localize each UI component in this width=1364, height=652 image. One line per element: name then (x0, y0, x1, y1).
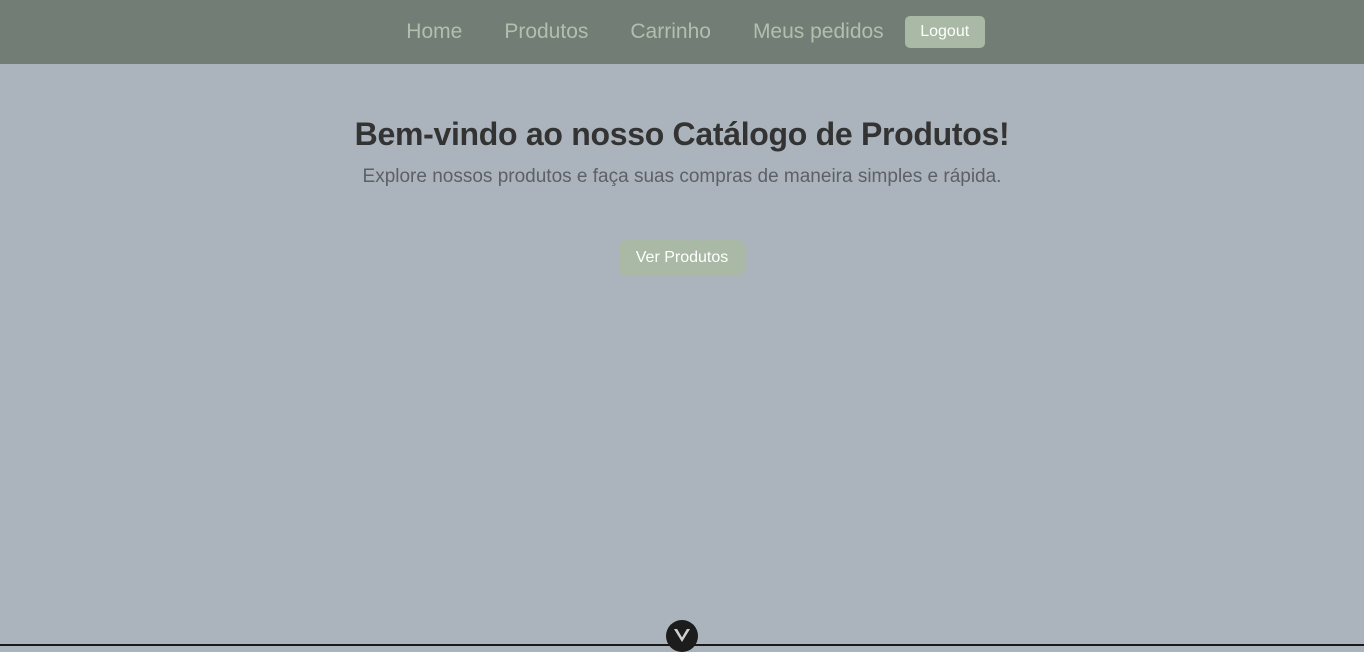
page-subtitle: Explore nossos produtos e faça suas comp… (362, 166, 1002, 187)
devtools-toggle-button[interactable] (666, 620, 698, 652)
nav-link-meus-pedidos[interactable]: Meus pedidos (753, 20, 884, 44)
logout-button[interactable]: Logout (904, 16, 985, 48)
nav-link-carrinho[interactable]: Carrinho (630, 20, 711, 44)
nav-links-group: Home Produtos Carrinho Meus pedidos Logo… (385, 16, 985, 48)
nav-link-produtos[interactable]: Produtos (504, 20, 588, 44)
nav-link-home[interactable]: Home (406, 20, 462, 44)
vue-logo-icon (674, 629, 690, 642)
top-navbar: Home Produtos Carrinho Meus pedidos Logo… (0, 0, 1364, 64)
view-products-button[interactable]: Ver Produtos (619, 240, 745, 276)
page-title: Bem-vindo ao nosso Catálogo de Produtos! (354, 116, 1010, 152)
hero-section: Bem-vindo ao nosso Catálogo de Produtos!… (0, 64, 1364, 276)
